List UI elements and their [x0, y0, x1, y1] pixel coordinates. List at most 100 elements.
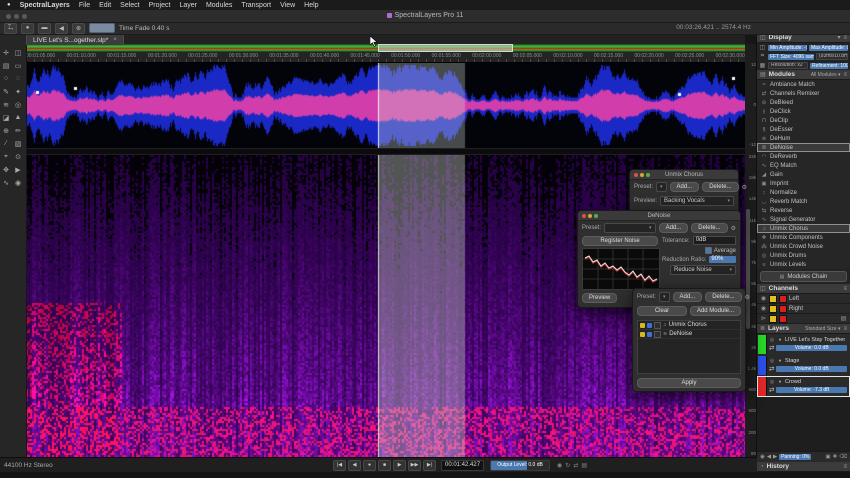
- preset-dropdown[interactable]: ▾: [656, 182, 667, 192]
- output-icon[interactable]: ⊳: [760, 315, 767, 322]
- preset-delete-button[interactable]: Delete...: [702, 182, 739, 192]
- eye-icon[interactable]: ◎: [769, 337, 775, 343]
- menu-item-transport[interactable]: Transport: [241, 2, 271, 9]
- min-amplitude-slider[interactable]: Min Amplitude: -96 dB: [768, 44, 807, 51]
- preview-toggle-icon[interactable]: [640, 331, 645, 337]
- pan-icon[interactable]: ⇄: [769, 386, 774, 394]
- playhead-time[interactable]: 00:01:42.427: [441, 459, 485, 471]
- layer-item-crowd[interactable]: ◎ ● Crowd ⇄ Volume: -7.3 dB: [757, 376, 850, 397]
- frequency-selection-tool[interactable]: ▤: [0, 59, 12, 72]
- harmonics-selection-tool[interactable]: ≋: [0, 98, 12, 111]
- loop-button[interactable]: ▬: [38, 22, 51, 34]
- module-item[interactable]: ⁂ Unmix Crowd Noise: [757, 242, 850, 251]
- menu-item-file[interactable]: File: [79, 2, 90, 9]
- module-item[interactable]: ↕ Normalize: [757, 188, 850, 197]
- layer-color[interactable]: [758, 356, 767, 375]
- forward-button[interactable]: ▶▶: [408, 459, 421, 471]
- layer-color[interactable]: [758, 377, 767, 396]
- module-item[interactable]: ◢ Gain: [757, 170, 850, 179]
- channel-row-left[interactable]: ◉ Left: [757, 294, 850, 304]
- module-item[interactable]: ≋ DeHum: [757, 134, 850, 143]
- solo-icon[interactable]: ●: [777, 337, 783, 343]
- brush-selection-tool[interactable]: ✎: [0, 85, 12, 98]
- preset-dropdown[interactable]: ▾: [659, 292, 670, 302]
- layers-panel-header[interactable]: ≣ Layers Standard Size ▾ ≡: [757, 324, 850, 334]
- preview-button[interactable]: Preview: [582, 293, 618, 303]
- settings-icon[interactable]: ▤: [581, 462, 587, 469]
- zoom-tool[interactable]: ⊙: [12, 150, 24, 163]
- active-toggle-icon[interactable]: [647, 331, 652, 337]
- chain-module-item[interactable]: ♫ Unmix Chorus: [638, 321, 740, 330]
- module-item[interactable]: ⇄ Channels Remixer: [757, 89, 850, 98]
- overview-strip[interactable]: [26, 44, 745, 52]
- dialog-traffic-lights[interactable]: [582, 213, 598, 218]
- channel-row-right[interactable]: ◉ Right: [757, 304, 850, 314]
- preset-add-button[interactable]: Add...: [669, 182, 700, 192]
- preview-toggle-icon[interactable]: [640, 322, 645, 328]
- pan-icon[interactable]: ⇄: [769, 365, 774, 373]
- module-item[interactable]: ◠ DeReverb: [757, 152, 850, 161]
- view-divider[interactable]: [26, 148, 745, 155]
- history-panel-header[interactable]: ◔ History ≡: [757, 462, 850, 472]
- module-item[interactable]: ≣ DeNoise: [757, 143, 850, 152]
- menu-item-help[interactable]: Help: [304, 2, 318, 9]
- reduction-ratio-slider[interactable]: 90%: [709, 256, 736, 263]
- elliptical-selection-tool[interactable]: ○: [0, 72, 12, 85]
- module-item[interactable]: ❖ Unmix Components: [757, 233, 850, 242]
- module-item[interactable]: ∿ Signal Generator: [757, 215, 850, 224]
- layer-item-stage[interactable]: ◎ ● Stage ⇄ Volume: 0.0 dB: [757, 355, 850, 376]
- lasso-selection-tool[interactable]: ◌: [12, 72, 24, 85]
- line-tool[interactable]: ∕: [0, 137, 12, 150]
- time-fade-slider[interactable]: [89, 23, 115, 33]
- register-noise-button[interactable]: Register Noise: [582, 236, 658, 246]
- chain-module-item[interactable]: ≋ DeNoise: [638, 330, 740, 339]
- edit-cursor-tool-button[interactable]: ⌶ ▾: [4, 22, 17, 34]
- preset-dropdown[interactable]: ▾: [604, 223, 656, 233]
- record-button[interactable]: ●: [363, 459, 376, 471]
- transform-tool[interactable]: ✛: [0, 46, 12, 59]
- module-item[interactable]: ⊘ DeBleed: [757, 98, 850, 107]
- gradient-tool[interactable]: ▧: [12, 137, 24, 150]
- preset-add-button[interactable]: Add...: [672, 292, 703, 302]
- menu-icon[interactable]: ≡: [843, 326, 847, 332]
- average-checkbox[interactable]: Average: [704, 247, 736, 254]
- preview-mode-dropdown[interactable]: Backing Vocals ▾: [660, 196, 734, 206]
- apple-menu-icon[interactable]: ●: [7, 2, 11, 8]
- stop-button[interactable]: ■: [378, 459, 391, 471]
- rewind-button[interactable]: ◀: [348, 459, 361, 471]
- active-toggle-icon[interactable]: [647, 322, 652, 328]
- delete-layer-icon[interactable]: ⌫: [839, 454, 847, 460]
- go-end-button[interactable]: ▶|: [423, 459, 436, 471]
- go-start-button[interactable]: |◀: [333, 459, 346, 471]
- speaker-icon[interactable]: ◉: [760, 305, 767, 312]
- monitor-tool[interactable]: ◉: [12, 176, 24, 189]
- pan-right-icon[interactable]: ▶: [773, 454, 777, 460]
- back-button[interactable]: ◀: [55, 22, 68, 34]
- volume-slider[interactable]: Volume: -7.3 dB: [776, 387, 847, 393]
- chain-apply-button[interactable]: Apply: [637, 378, 741, 388]
- menu-item-select[interactable]: Select: [120, 2, 139, 9]
- chain-clear-button[interactable]: Clear: [637, 306, 687, 316]
- time-selection-tool[interactable]: ◫: [12, 46, 24, 59]
- speaker-icon[interactable]: ◉: [760, 454, 765, 460]
- menu-icon[interactable]: ≡: [843, 35, 847, 41]
- menu-item-view[interactable]: View: [280, 2, 295, 9]
- monitor-icon[interactable]: ◉: [557, 462, 562, 469]
- module-item[interactable]: ∿ EQ Match: [757, 161, 850, 170]
- time-ruler[interactable]: 00:01:05.000 00:01:10.000 00:01:15.000 00:0…: [26, 52, 745, 63]
- module-item[interactable]: § DeEsser: [757, 125, 850, 134]
- channel-color-a[interactable]: [769, 314, 777, 323]
- panning-slider[interactable]: Panning: 0%: [779, 454, 812, 460]
- menu-item-layer[interactable]: Layer: [179, 2, 197, 9]
- denoise-title-bar[interactable]: DeNoise: [578, 211, 740, 221]
- menu-item-app[interactable]: SpectralLayers: [20, 2, 70, 9]
- layer-size-dropdown[interactable]: Standard Size ▾: [805, 326, 840, 332]
- module-item[interactable]: ♫ Unmix Chorus: [757, 224, 850, 233]
- add-layer-icon[interactable]: ✚: [833, 454, 838, 460]
- channel-color-a[interactable]: [769, 294, 777, 303]
- channel-color-b[interactable]: [779, 294, 787, 303]
- channel-extra-row[interactable]: ⊳ ▤: [757, 314, 850, 324]
- modules-panel-header[interactable]: ▤ Modules All Modules ▾ ≡: [757, 70, 850, 80]
- module-checkbox[interactable]: [654, 330, 661, 338]
- module-item[interactable]: ≡ Unmix Levels: [757, 260, 850, 269]
